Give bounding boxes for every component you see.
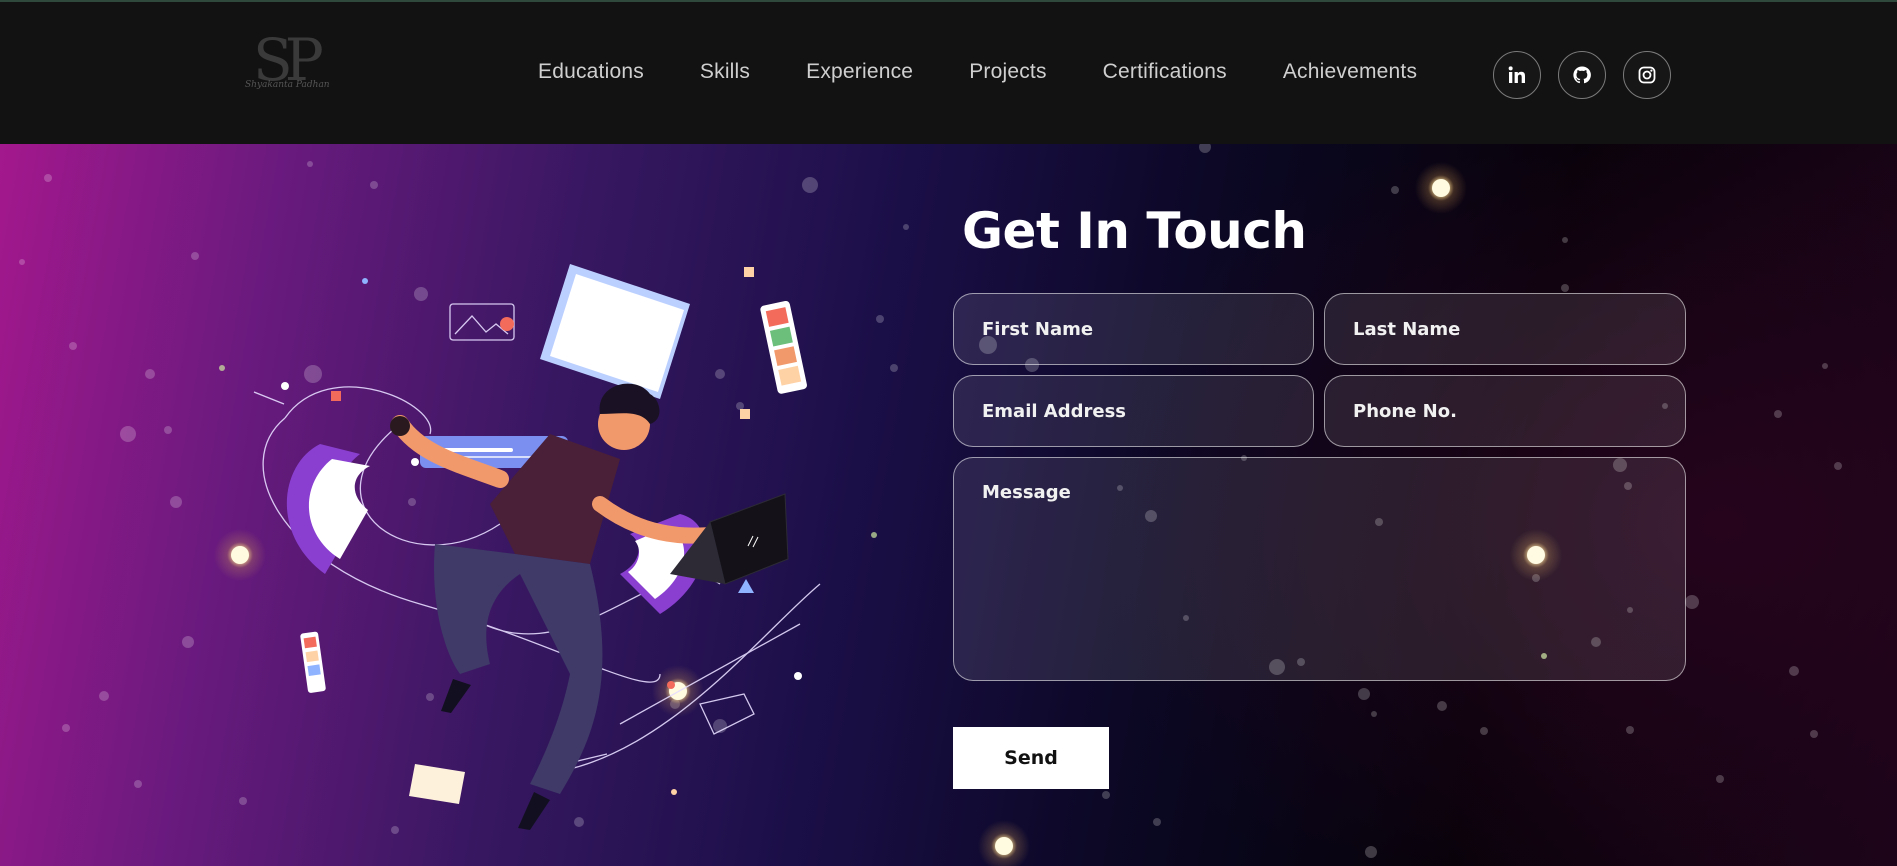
nav-certifications[interactable]: Certifications — [1103, 60, 1227, 90]
message-field[interactable] — [953, 457, 1686, 681]
site-header: SP Shyakanta Padhan Educations Skills Ex… — [0, 2, 1897, 144]
github-link[interactable] — [1558, 51, 1606, 99]
phone-field[interactable] — [1324, 375, 1686, 447]
nav-educations[interactable]: Educations — [538, 60, 644, 90]
instagram-link[interactable] — [1623, 51, 1671, 99]
last-name-field[interactable] — [1324, 293, 1686, 365]
send-button[interactable]: Send — [953, 727, 1109, 789]
instagram-icon — [1638, 66, 1656, 84]
nav-experience[interactable]: Experience — [806, 60, 913, 90]
social-links — [1493, 51, 1688, 99]
contact-title: Get In Touch — [962, 202, 1307, 260]
first-name-field[interactable] — [953, 293, 1314, 365]
contact-section: Get In Touch Send — [0, 144, 1897, 866]
developer-illustration — [253, 264, 821, 830]
site-logo[interactable]: SP Shyakanta Padhan — [243, 26, 330, 108]
nav-achievements[interactable]: Achievements — [1283, 60, 1417, 90]
linkedin-icon — [1508, 66, 1525, 83]
github-icon — [1573, 66, 1591, 84]
linkedin-link[interactable] — [1493, 51, 1541, 99]
main-nav: Educations Skills Experience Projects Ce… — [538, 60, 1473, 90]
nav-projects[interactable]: Projects — [969, 60, 1046, 90]
email-field[interactable] — [953, 375, 1314, 447]
logo-signature: Shyakanta Padhan — [245, 80, 330, 90]
nav-skills[interactable]: Skills — [700, 60, 750, 90]
